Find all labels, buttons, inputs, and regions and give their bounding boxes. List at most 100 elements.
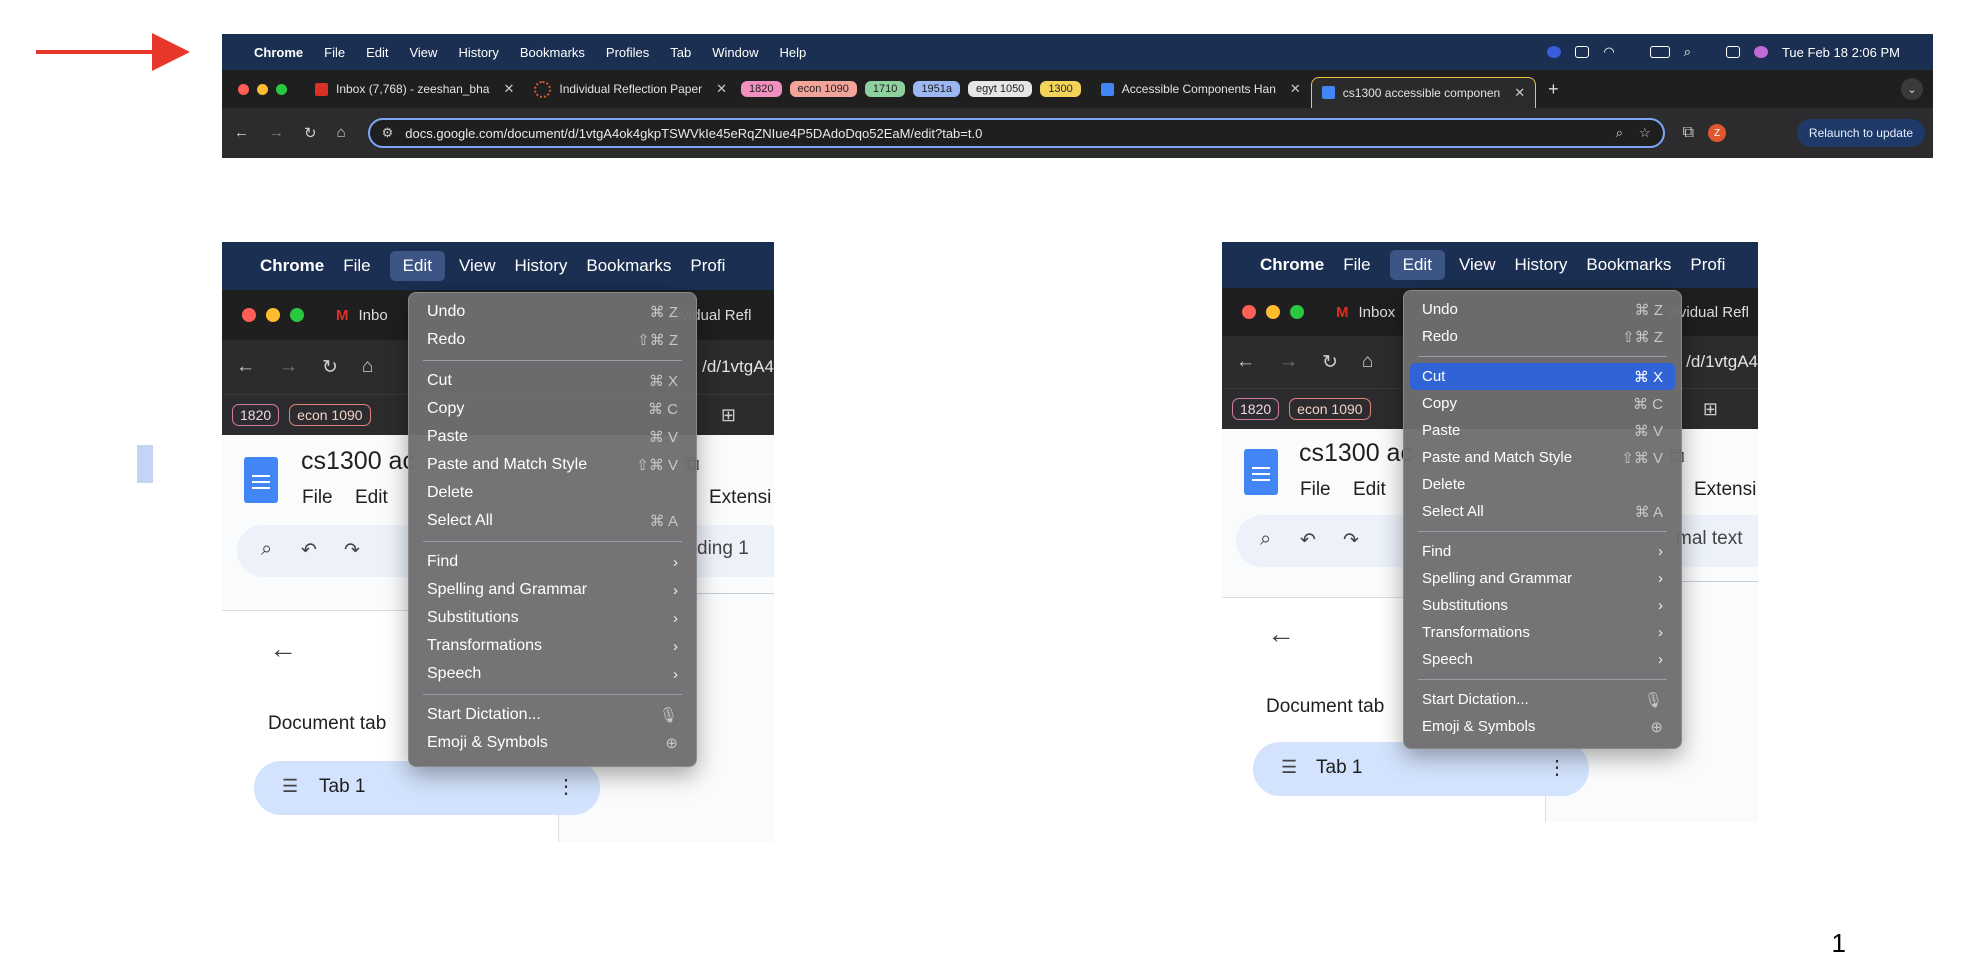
doc-menu-file[interactable]: File (1300, 479, 1331, 501)
home-icon[interactable]: ⌂ (337, 124, 346, 142)
bookmark-star-icon[interactable]: ☆ (1639, 125, 1651, 141)
menu-item-emoji-symbols[interactable]: Emoji & Symbols ⊕ (1410, 713, 1675, 740)
doc-menu-edit[interactable]: Edit (355, 487, 388, 509)
menu-profiles[interactable]: Profi (690, 256, 725, 276)
home-icon[interactable]: ⌂ (1362, 351, 1373, 374)
menu-item-copy[interactable]: Copy ⌘ C (1410, 390, 1675, 417)
reload-icon[interactable]: ↻ (322, 356, 338, 379)
menu-item-transformations[interactable]: Transformations › (1410, 619, 1675, 646)
minimize-window-icon[interactable] (266, 308, 280, 322)
back-icon[interactable]: ← (1236, 351, 1255, 374)
doc-title[interactable]: cs1300 ac (1299, 439, 1413, 468)
tab-accessible-components[interactable]: Accessible Components Han ✕ (1091, 75, 1311, 103)
address-bar[interactable]: ⚙ docs.google.com/document/d/1vtgA4ok4gk… (367, 118, 1665, 148)
menu-item-redo[interactable]: Redo ⇧⌘ Z (1410, 323, 1675, 350)
zoom-magnifier-icon[interactable]: ⌕ (1616, 125, 1623, 141)
zoom-icon[interactable] (1547, 46, 1562, 58)
menu-item-start-dictation[interactable]: Start Dictation... 🎙 (1410, 686, 1675, 713)
tab-group-1951a[interactable]: 1951a (913, 81, 960, 97)
new-tab-icon[interactable]: + (1548, 79, 1559, 100)
menu-item-delete[interactable]: Delete (415, 479, 690, 507)
menu-help[interactable]: Help (780, 45, 807, 60)
menu-profiles[interactable]: Profi (1690, 255, 1725, 275)
reload-icon[interactable]: ↻ (1322, 351, 1338, 374)
tab-active-cs1300[interactable]: cs1300 accessible componen ✕ (1310, 76, 1537, 108)
clock[interactable]: Tue Feb 18 2:06 PM (1782, 45, 1900, 60)
minimize-window-icon[interactable] (257, 83, 268, 95)
menu-item-cut[interactable]: Cut ⌘ X (415, 367, 690, 395)
more-options-icon[interactable]: ⋮ (1547, 755, 1567, 780)
apps-grid-icon[interactable]: ⊞ (1703, 399, 1718, 420)
screen-icon[interactable] (1575, 46, 1590, 58)
menu-item-undo[interactable]: Undo ⌘ Z (415, 298, 690, 326)
menu-view[interactable]: View (1459, 255, 1496, 275)
relaunch-button[interactable]: Relaunch to update (1796, 119, 1925, 147)
reload-icon[interactable]: ↻ (304, 124, 317, 142)
menu-edit[interactable]: Edit (1389, 250, 1445, 280)
tab-group-econ-1090[interactable]: econ 1090 (289, 404, 371, 426)
fullscreen-window-icon[interactable] (276, 83, 287, 95)
menu-edit[interactable]: Edit (389, 251, 445, 281)
menu-file[interactable]: File (343, 256, 370, 276)
tab-group-egyt-1050[interactable]: egyt 1050 (967, 81, 1033, 97)
doc-menu-file[interactable]: File (302, 487, 333, 509)
menu-item-start-dictation[interactable]: Start Dictation... 🎙 (415, 701, 690, 729)
menu-bookmarks[interactable]: Bookmarks (520, 45, 585, 60)
url-fragment[interactable]: /d/1vtgA4 (1686, 352, 1758, 372)
menu-item-paste[interactable]: Paste ⌘ V (415, 423, 690, 451)
menu-chrome[interactable]: Chrome (254, 45, 303, 60)
tab-group-1300[interactable]: 1300 (1040, 81, 1081, 97)
menu-item-speech[interactable]: Speech › (415, 660, 690, 688)
menu-item-spelling-grammar[interactable]: Spelling and Grammar › (415, 576, 690, 604)
more-options-icon[interactable]: ⋮ (556, 774, 576, 799)
doc-title[interactable]: cs1300 ac (301, 447, 415, 476)
tab-1-item[interactable]: ☰ Tab 1 ⋮ (1253, 742, 1589, 796)
wifi-icon[interactable]: ◠ (1603, 44, 1614, 60)
menu-history[interactable]: History (514, 256, 567, 276)
menu-chrome[interactable]: Chrome (1260, 255, 1324, 275)
doc-menu-extensions[interactable]: Extensi (709, 487, 771, 509)
close-tab-icon[interactable]: ✕ (1514, 85, 1525, 101)
menu-item-emoji-symbols[interactable]: Emoji & Symbols ⊕ (415, 729, 690, 757)
menu-item-undo[interactable]: Undo ⌘ Z (1410, 296, 1675, 323)
menu-bookmarks[interactable]: Bookmarks (1586, 255, 1671, 275)
tab-inbox[interactable]: Inbo (359, 307, 388, 324)
menu-item-select-all[interactable]: Select All ⌘ A (415, 507, 690, 535)
menu-item-cut-highlighted[interactable]: Cut ⌘ X (1410, 363, 1675, 390)
menu-item-delete[interactable]: Delete (1410, 471, 1675, 498)
menu-item-substitutions[interactable]: Substitutions › (415, 604, 690, 632)
close-window-icon[interactable] (242, 308, 256, 322)
close-tab-icon[interactable]: ✕ (503, 81, 514, 97)
menu-profiles[interactable]: Profiles (606, 45, 649, 60)
menu-item-redo[interactable]: Redo ⇧⌘ Z (415, 326, 690, 354)
paragraph-style-select[interactable]: mal text (1676, 528, 1743, 550)
search-menus-icon[interactable]: ⌕ (261, 538, 272, 561)
close-window-icon[interactable] (1242, 305, 1256, 319)
forward-icon[interactable]: → (269, 124, 284, 142)
menu-file[interactable]: File (324, 45, 345, 60)
minimize-window-icon[interactable] (1266, 305, 1280, 319)
tab-group-1710[interactable]: 1710 (864, 81, 906, 97)
menu-chrome[interactable]: Chrome (260, 256, 324, 276)
tab-group-1820[interactable]: 1820 (741, 81, 782, 97)
menu-item-speech[interactable]: Speech › (1410, 646, 1675, 673)
forward-icon[interactable]: → (1279, 351, 1298, 374)
tab-search-icon[interactable]: ⌄ (1901, 78, 1923, 100)
tab-inbox[interactable]: Inbox (7,768) - zeeshan_bha ✕ (305, 75, 524, 103)
menu-item-paste-match-style[interactable]: Paste and Match Style ⇧⌘ V (1410, 444, 1675, 471)
tab-group-econ-1090[interactable]: econ 1090 (1289, 398, 1371, 420)
menu-item-transformations[interactable]: Transformations › (415, 632, 690, 660)
redo-icon[interactable]: ↷ (344, 539, 360, 562)
menu-item-find[interactable]: Find › (1410, 538, 1675, 565)
close-tab-icon[interactable]: ✕ (1290, 81, 1301, 97)
search-menus-icon[interactable]: ⌕ (1260, 528, 1271, 551)
doc-menu-edit[interactable]: Edit (1353, 479, 1386, 501)
tab-group-1820[interactable]: 1820 (232, 404, 280, 426)
apps-grid-icon[interactable]: ⊞ (721, 405, 736, 426)
menu-item-find[interactable]: Find › (415, 548, 690, 576)
redo-icon[interactable]: ↷ (1343, 529, 1359, 552)
menu-view[interactable]: View (409, 45, 437, 60)
menu-item-substitutions[interactable]: Substitutions › (1410, 592, 1675, 619)
tab-1-item[interactable]: ☰ Tab 1 ⋮ (254, 761, 600, 815)
tab-inbox[interactable]: Inbox (1359, 304, 1396, 321)
